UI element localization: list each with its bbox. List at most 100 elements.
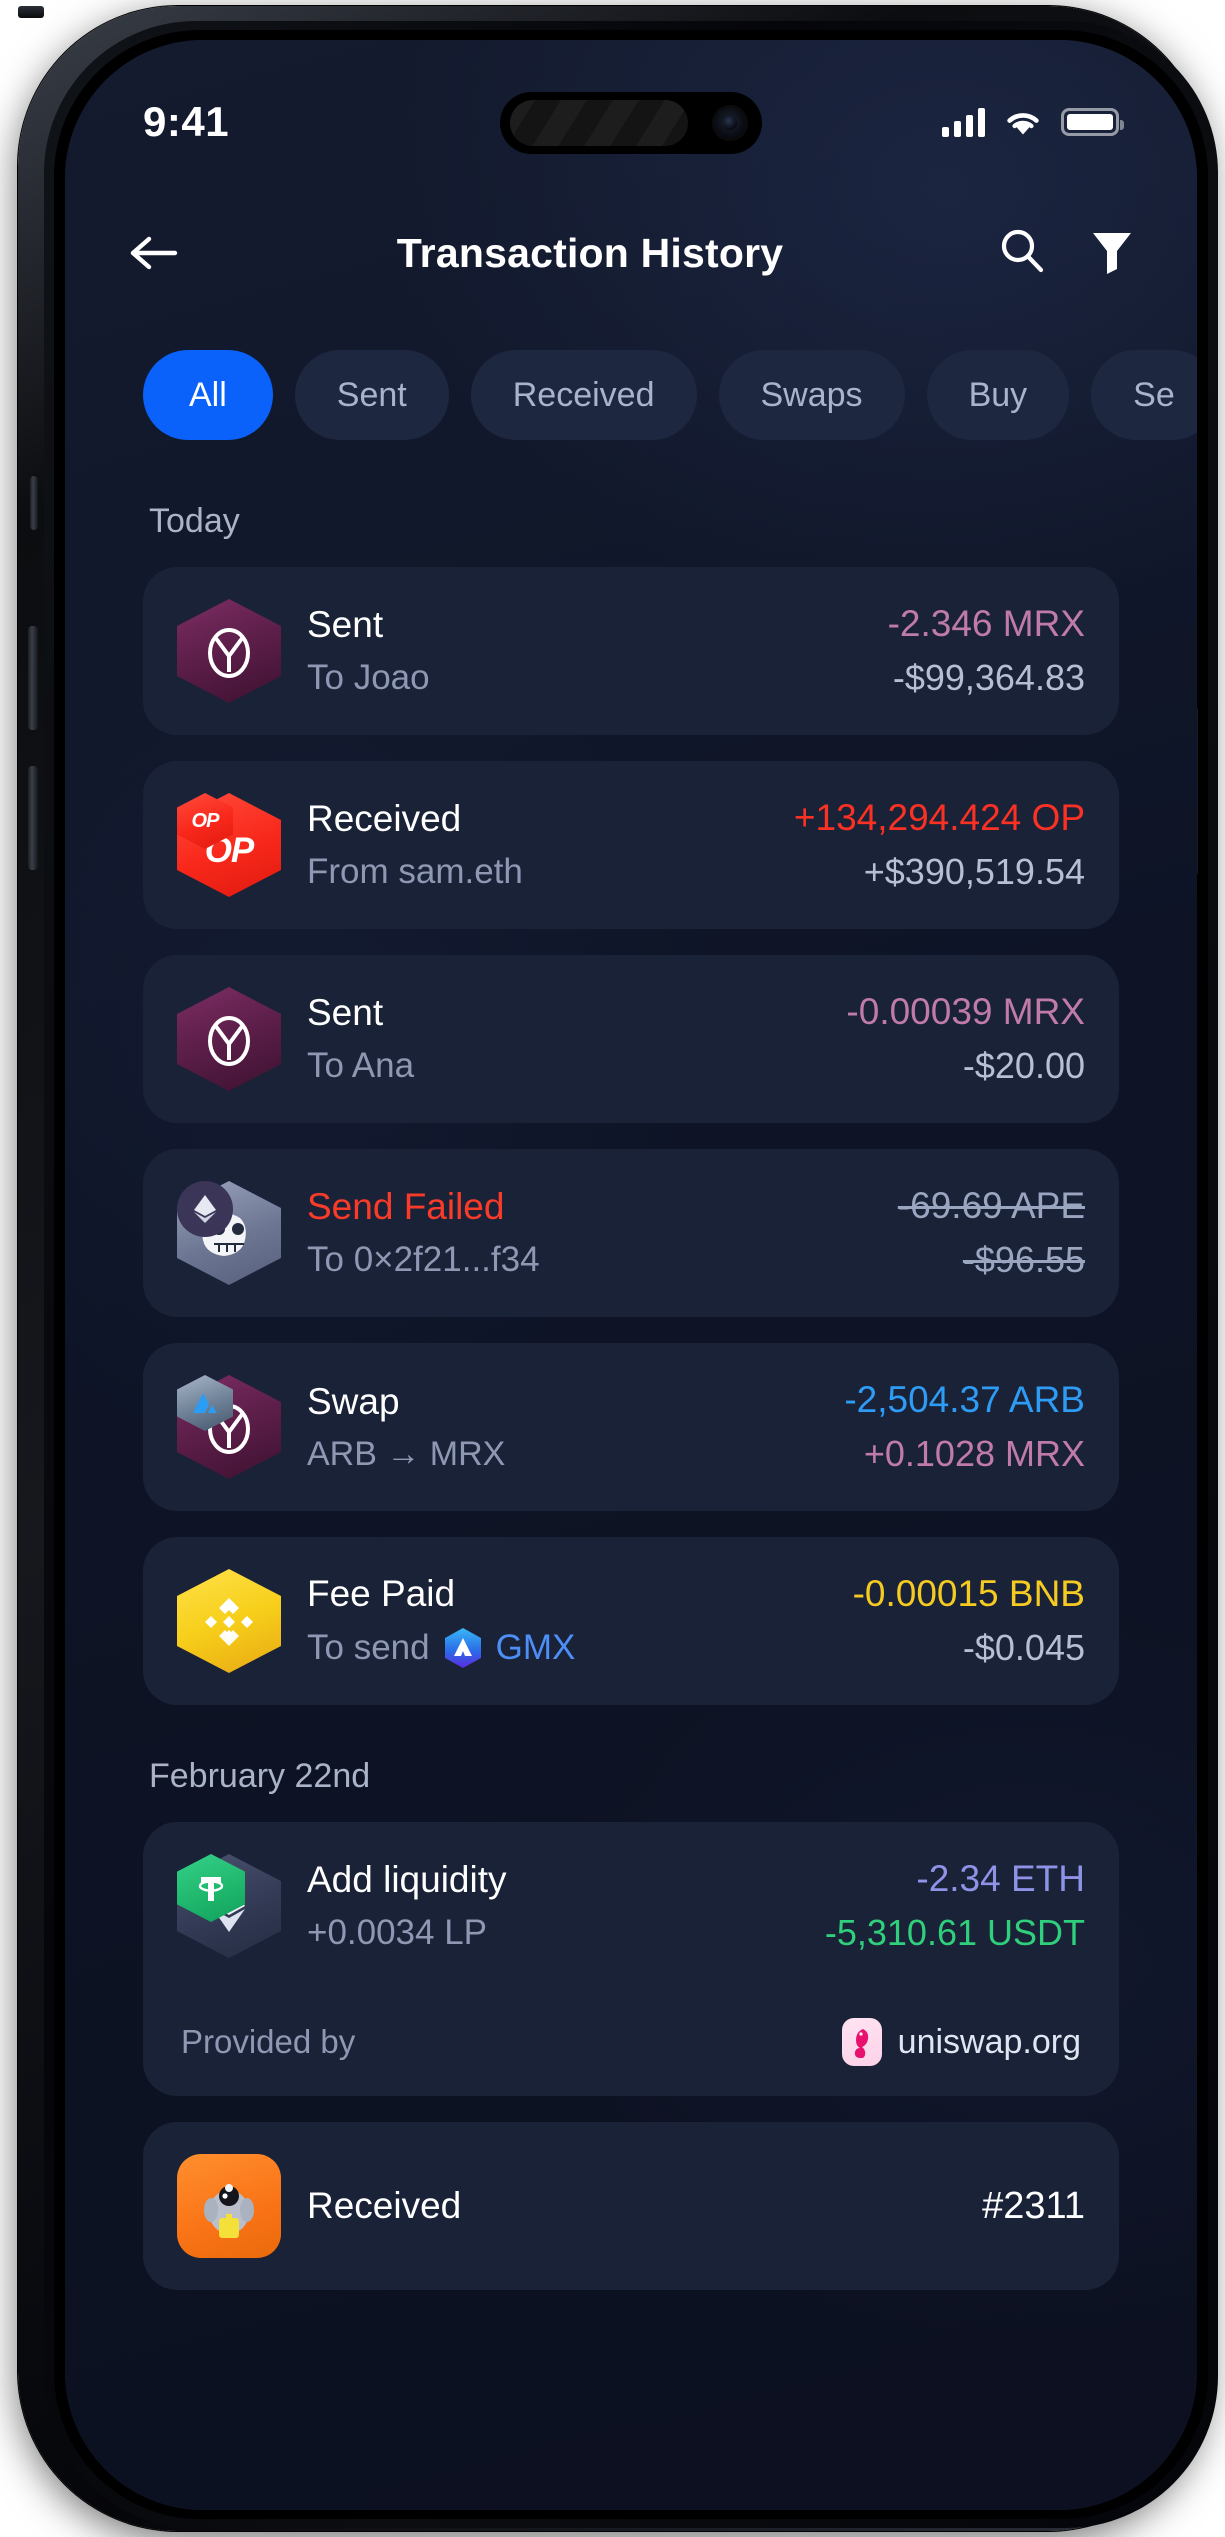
transaction-details: Received bbox=[307, 2185, 982, 2227]
transaction-title: Sent bbox=[307, 992, 384, 1033]
transaction-subtitle: ARB → MRX bbox=[307, 1434, 506, 1473]
filter-chip-sell[interactable]: Se bbox=[1091, 350, 1197, 440]
transaction-amounts: -2.34 ETH -5,310.61 USDT bbox=[825, 1858, 1085, 1954]
transaction-fiat: -$20.00 bbox=[962, 1045, 1085, 1086]
transaction-amount: -2,504.37 ARB bbox=[844, 1379, 1085, 1420]
filter-chip-swaps[interactable]: Swaps bbox=[718, 350, 905, 440]
transaction-details: Swap ARB → MRX bbox=[307, 1381, 844, 1474]
transaction-row[interactable]: Fee Paid To send GMX -0.00015 BNB -$0.04… bbox=[143, 1537, 1119, 1705]
filter-chip-received[interactable]: Received bbox=[470, 350, 697, 440]
search-icon bbox=[1001, 229, 1044, 272]
provider-label: Provided by bbox=[181, 2023, 356, 2060]
signal-bars-icon bbox=[942, 107, 985, 137]
transaction-title: Swap bbox=[307, 1380, 400, 1422]
transaction-subtitle-prefix: To send bbox=[307, 1628, 430, 1667]
transaction-subtitle: +0.0034 LP bbox=[307, 1913, 488, 1952]
wifi-icon bbox=[1007, 113, 1039, 135]
gmx-link[interactable]: GMX bbox=[442, 1627, 576, 1669]
funnel-filter-icon bbox=[1093, 232, 1131, 274]
transaction-fiat: -$96.55 bbox=[962, 1239, 1085, 1280]
transaction-subtitle: To send GMX bbox=[307, 1627, 853, 1669]
page-title: Transaction History bbox=[396, 229, 784, 276]
screenshot-root: 9:41 Transaction History All Sent Receiv… bbox=[0, 0, 1225, 2537]
mute-switch[interactable] bbox=[30, 476, 38, 530]
transaction-amounts: -2,504.37 ARB +0.1028 MRX bbox=[844, 1379, 1085, 1475]
battery-full-icon bbox=[1061, 108, 1124, 136]
mrx-token-icon bbox=[177, 987, 281, 1091]
eth-usdt-pair-icon bbox=[177, 1854, 281, 1958]
transaction-title: Fee Paid bbox=[307, 1573, 456, 1614]
transaction-row[interactable]: Received #2311 bbox=[143, 2122, 1119, 2290]
transaction-subtitle: To Joao bbox=[307, 658, 430, 697]
transaction-list[interactable]: Today Sent To Joao -2.346 MRX -$99,364.8… bbox=[65, 464, 1197, 2510]
phone-frame: 9:41 Transaction History All Sent Receiv… bbox=[18, 6, 1218, 2531]
uniswap-icon bbox=[841, 2018, 882, 2066]
filter-chip-buy[interactable]: Buy bbox=[926, 350, 1070, 440]
gmx-token-icon bbox=[442, 1627, 484, 1669]
transaction-details: Fee Paid To send GMX bbox=[307, 1573, 853, 1669]
transaction-subtitle: To 0×2f21...f34 bbox=[307, 1240, 540, 1279]
transaction-title: Send Failed bbox=[307, 1186, 505, 1227]
transaction-amount: -0.00039 MRX bbox=[846, 991, 1085, 1032]
transaction-subtitle: To Ana bbox=[307, 1046, 415, 1085]
bnb-token-icon bbox=[177, 1569, 281, 1673]
transaction-amount: -2.346 MRX bbox=[887, 603, 1085, 644]
filter-chip-row[interactable]: All Sent Received Swaps Buy Se bbox=[65, 340, 1197, 450]
ape-token-icon bbox=[177, 1181, 281, 1285]
transaction-details: Send Failed To 0×2f21...f34 bbox=[307, 1186, 898, 1280]
transaction-row[interactable]: OP OP Received From sam.eth +134,294.424… bbox=[143, 761, 1119, 929]
mrx-token-icon bbox=[177, 599, 281, 703]
island-pill bbox=[510, 100, 688, 146]
volume-up-button[interactable] bbox=[28, 626, 38, 730]
transaction-amount: +134,294.424 OP bbox=[793, 797, 1085, 838]
frame-antenna-line bbox=[18, 6, 44, 18]
status-time: 9:41 bbox=[143, 98, 230, 145]
mrx-arb-swap-icon bbox=[177, 1375, 281, 1479]
gmx-label: GMX bbox=[495, 1628, 576, 1667]
section-header-february-22nd: February 22nd bbox=[149, 1757, 371, 1795]
phone-screen: 9:41 Transaction History All Sent Receiv… bbox=[65, 40, 1197, 2510]
optimism-token-icon: OP OP bbox=[177, 793, 281, 897]
arrow-left-icon bbox=[130, 236, 178, 270]
transaction-amount: -2.34 ETH bbox=[916, 1858, 1085, 1899]
transaction-details: Sent To Ana bbox=[307, 992, 846, 1086]
transaction-fiat: -$99,364.83 bbox=[892, 657, 1085, 698]
transaction-fiat: +0.1028 MRX bbox=[863, 1433, 1085, 1474]
transaction-amounts: +134,294.424 OP +$390,519.54 bbox=[794, 797, 1085, 893]
transaction-fiat: -5,310.61 USDT bbox=[824, 1912, 1085, 1953]
transaction-row[interactable]: Send Failed To 0×2f21...f34 -69.69 APE -… bbox=[143, 1149, 1119, 1317]
nav-actions bbox=[975, 226, 1135, 281]
transaction-title: Received bbox=[307, 798, 462, 839]
transaction-details: Received From sam.eth bbox=[307, 798, 794, 892]
transaction-row[interactable]: Sent To Ana -0.00039 MRX -$20.00 bbox=[143, 955, 1119, 1123]
provider-name: uniswap.org bbox=[897, 2022, 1081, 2061]
transaction-fiat: +$390,519.54 bbox=[863, 851, 1085, 892]
transaction-title: Sent bbox=[307, 604, 384, 645]
search-button[interactable] bbox=[997, 226, 1047, 281]
transaction-title: Add liquidity bbox=[307, 1859, 507, 1900]
transaction-amounts: -2.346 MRX -$99,364.83 bbox=[888, 603, 1085, 699]
provider-footer[interactable]: Provided by uniswap.org bbox=[143, 1988, 1119, 2096]
transaction-amounts: -0.00015 BNB -$0.045 bbox=[853, 1573, 1085, 1669]
dynamic-island bbox=[500, 92, 762, 154]
volume-down-button[interactable] bbox=[28, 766, 38, 870]
filter-button[interactable] bbox=[1089, 226, 1135, 281]
transaction-subtitle: From sam.eth bbox=[307, 852, 523, 891]
transaction-details: Add liquidity +0.0034 LP bbox=[307, 1859, 825, 1953]
transaction-row[interactable]: Add liquidity +0.0034 LP -2.34 ETH -5,31… bbox=[143, 1822, 1119, 1990]
transaction-title: Received bbox=[307, 2185, 462, 2226]
transaction-amount: -0.00015 BNB bbox=[852, 1573, 1085, 1614]
section-header-today: Today bbox=[149, 502, 240, 540]
filter-chip-all[interactable]: All bbox=[143, 350, 273, 440]
transaction-amounts: -69.69 APE -$96.55 bbox=[898, 1185, 1085, 1281]
provider-info[interactable]: uniswap.org bbox=[841, 2018, 1081, 2066]
transaction-amount: -69.69 APE bbox=[897, 1185, 1085, 1226]
nft-token-id: #2311 bbox=[982, 2184, 1085, 2227]
back-button[interactable] bbox=[127, 233, 205, 273]
nav-header: Transaction History bbox=[65, 198, 1197, 308]
transaction-row[interactable]: Sent To Joao -2.346 MRX -$99,364.83 bbox=[143, 567, 1119, 735]
transaction-amounts: -0.00039 MRX -$20.00 bbox=[846, 991, 1085, 1087]
transaction-row[interactable]: Swap ARB → MRX -2,504.37 ARB +0.1028 MRX bbox=[143, 1343, 1119, 1511]
filter-chip-sent[interactable]: Sent bbox=[294, 350, 449, 440]
status-indicators bbox=[942, 107, 1124, 137]
